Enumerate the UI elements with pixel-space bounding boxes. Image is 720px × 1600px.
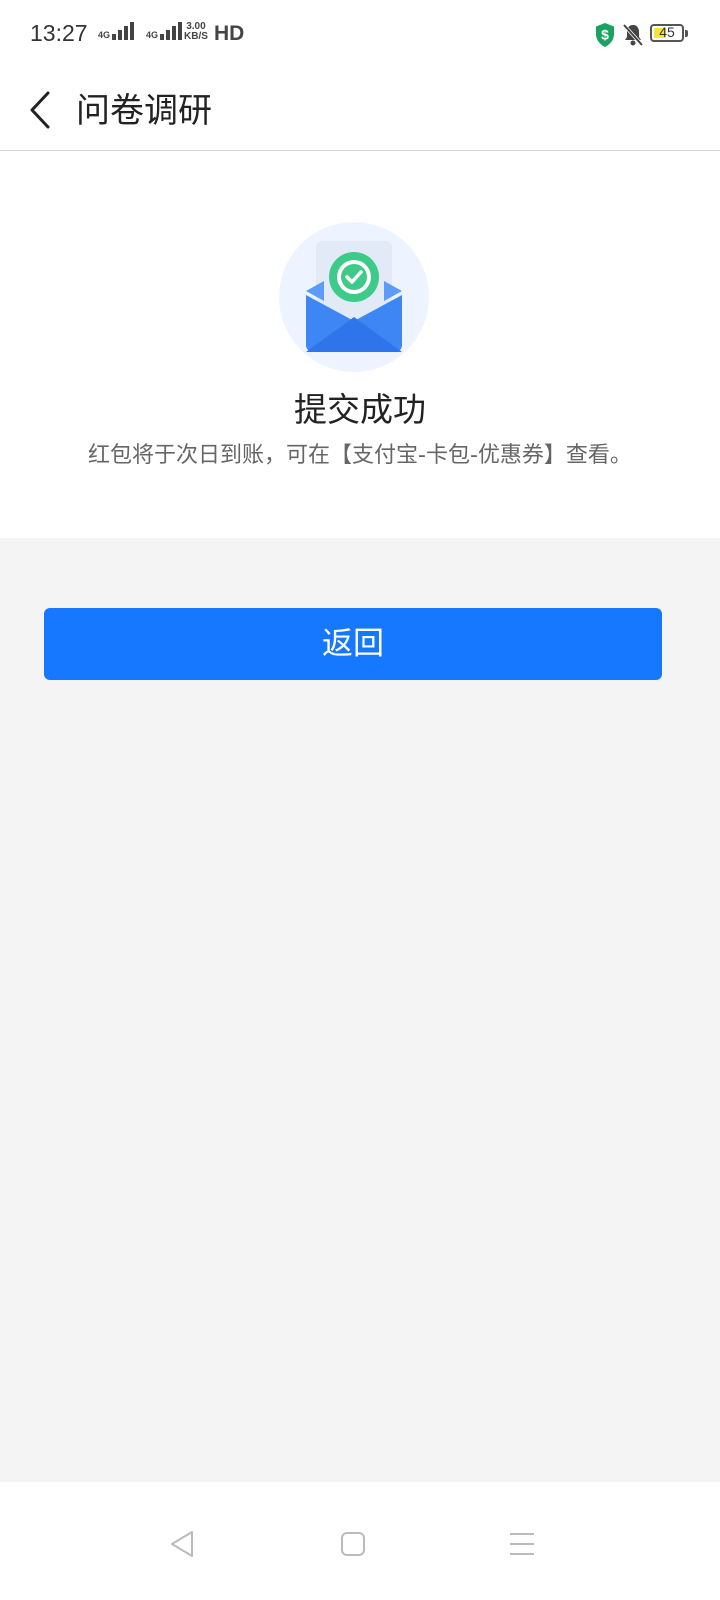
shield-icon: $ [594, 22, 616, 52]
svg-text:$: $ [601, 27, 609, 43]
result-title: 提交成功 [294, 390, 426, 429]
signal-1-label: 4G [98, 30, 111, 40]
result-description: 红包将于次日到账，可在【支付宝-卡包-优惠券】查看。 [88, 443, 632, 468]
status-time: 13:27 [30, 20, 88, 46]
result-card: 提交成功 红包将于次日到账，可在【支付宝-卡包-优惠券】查看。 [0, 151, 720, 538]
net-speed-unit: KB/S [184, 31, 208, 42]
hd-label: HD [214, 22, 245, 45]
status-bar: 13:27 4G 4G 3.00 KB/S HD $ 45 [0, 0, 720, 72]
system-home-button[interactable] [333, 1524, 373, 1564]
signal-2: 4G [146, 22, 183, 40]
chevron-left-icon [30, 91, 50, 129]
system-nav-bar [0, 1482, 720, 1600]
system-menu-button[interactable] [502, 1524, 542, 1564]
page-title: 问卷调研 [76, 91, 212, 131]
battery-level: 45 [659, 24, 675, 40]
network-speed: 3.00 KB/S [184, 22, 208, 42]
square-home-icon [341, 1532, 365, 1556]
return-button[interactable]: 返回 [44, 608, 662, 680]
envelope-check-icon [278, 221, 430, 377]
signal-bars-icon [160, 22, 183, 40]
signal-1: 4G [98, 22, 135, 40]
triangle-back-icon [171, 1531, 193, 1557]
signal-2-label: 4G [146, 30, 159, 40]
system-back-button[interactable] [162, 1524, 202, 1564]
header: 问卷调研 [0, 72, 720, 151]
back-button[interactable] [18, 82, 62, 138]
bell-muted-icon [622, 23, 644, 51]
signal-bars-icon [112, 22, 135, 40]
battery-tip [685, 30, 688, 37]
battery-icon: 45 [650, 24, 684, 42]
menu-lines-icon [510, 1533, 534, 1555]
